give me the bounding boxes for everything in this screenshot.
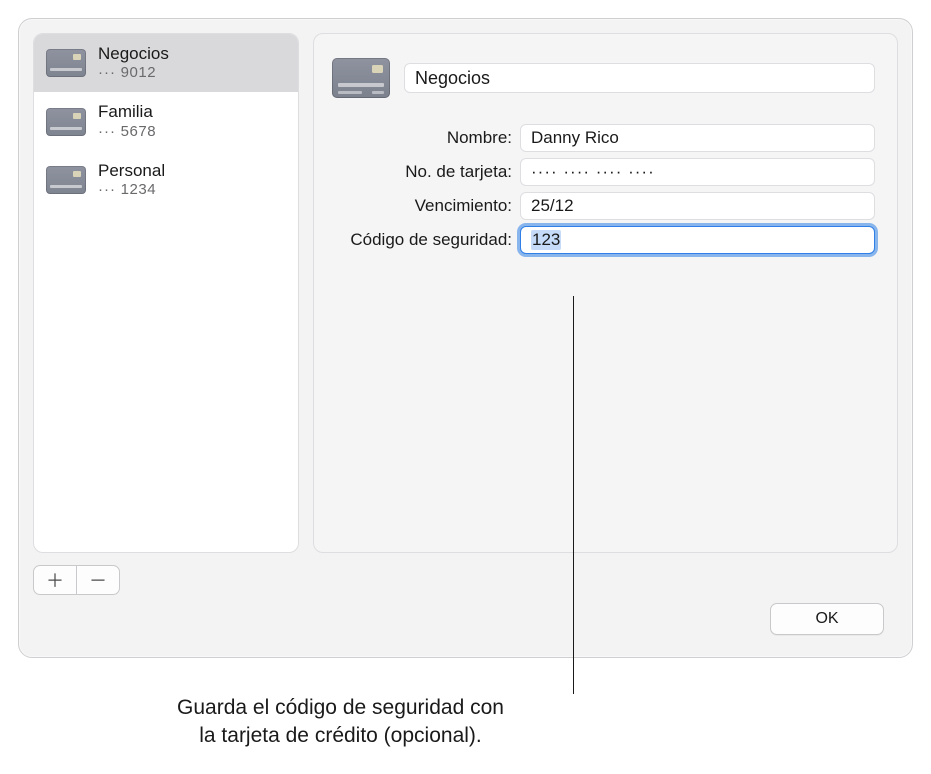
security-code-input[interactable]: 123 <box>520 226 875 254</box>
label-name: Nombre: <box>332 128 512 148</box>
security-code-value: 123 <box>531 230 561 250</box>
credit-card-icon <box>332 58 390 98</box>
card-title: Familia <box>98 102 156 122</box>
plus-icon: ＋ <box>46 567 64 593</box>
minus-icon: － <box>89 567 107 593</box>
label-expiry: Vencimiento: <box>332 196 512 216</box>
add-remove-control: ＋ － <box>33 565 120 595</box>
callout-text: Guarda el código de seguridad con la tar… <box>0 694 931 751</box>
callout-leader-line <box>573 296 574 694</box>
card-number-input[interactable]: ···· ···· ···· ···· <box>520 158 875 186</box>
card-description-input[interactable] <box>404 63 875 93</box>
card-last4: ··· 5678 <box>98 123 156 141</box>
label-card-number: No. de tarjeta: <box>332 162 512 182</box>
card-list-item[interactable]: Negocios ··· 9012 <box>34 34 298 92</box>
ok-button[interactable]: OK <box>770 603 884 635</box>
credit-card-icon <box>46 49 86 77</box>
card-last4: ··· 1234 <box>98 181 165 199</box>
card-list-item[interactable]: Personal ··· 1234 <box>34 151 298 209</box>
credit-cards-window: Negocios ··· 9012 Familia ··· 5678 Perso… <box>18 18 913 658</box>
card-list-item[interactable]: Familia ··· 5678 <box>34 92 298 150</box>
card-expiry-input[interactable] <box>520 192 875 220</box>
card-number-masked: ···· ···· ···· ···· <box>531 162 655 182</box>
credit-card-icon <box>46 166 86 194</box>
card-title: Negocios <box>98 44 169 64</box>
card-title: Personal <box>98 161 165 181</box>
add-card-button[interactable]: ＋ <box>34 566 77 594</box>
card-list[interactable]: Negocios ··· 9012 Familia ··· 5678 Perso… <box>33 33 299 553</box>
card-last4: ··· 9012 <box>98 64 169 82</box>
remove-card-button[interactable]: － <box>77 566 119 594</box>
credit-card-icon <box>46 108 86 136</box>
card-detail-panel: Nombre: No. de tarjeta: ···· ···· ···· ·… <box>313 33 898 553</box>
cardholder-name-input[interactable] <box>520 124 875 152</box>
label-security-code: Código de seguridad: <box>332 230 512 250</box>
